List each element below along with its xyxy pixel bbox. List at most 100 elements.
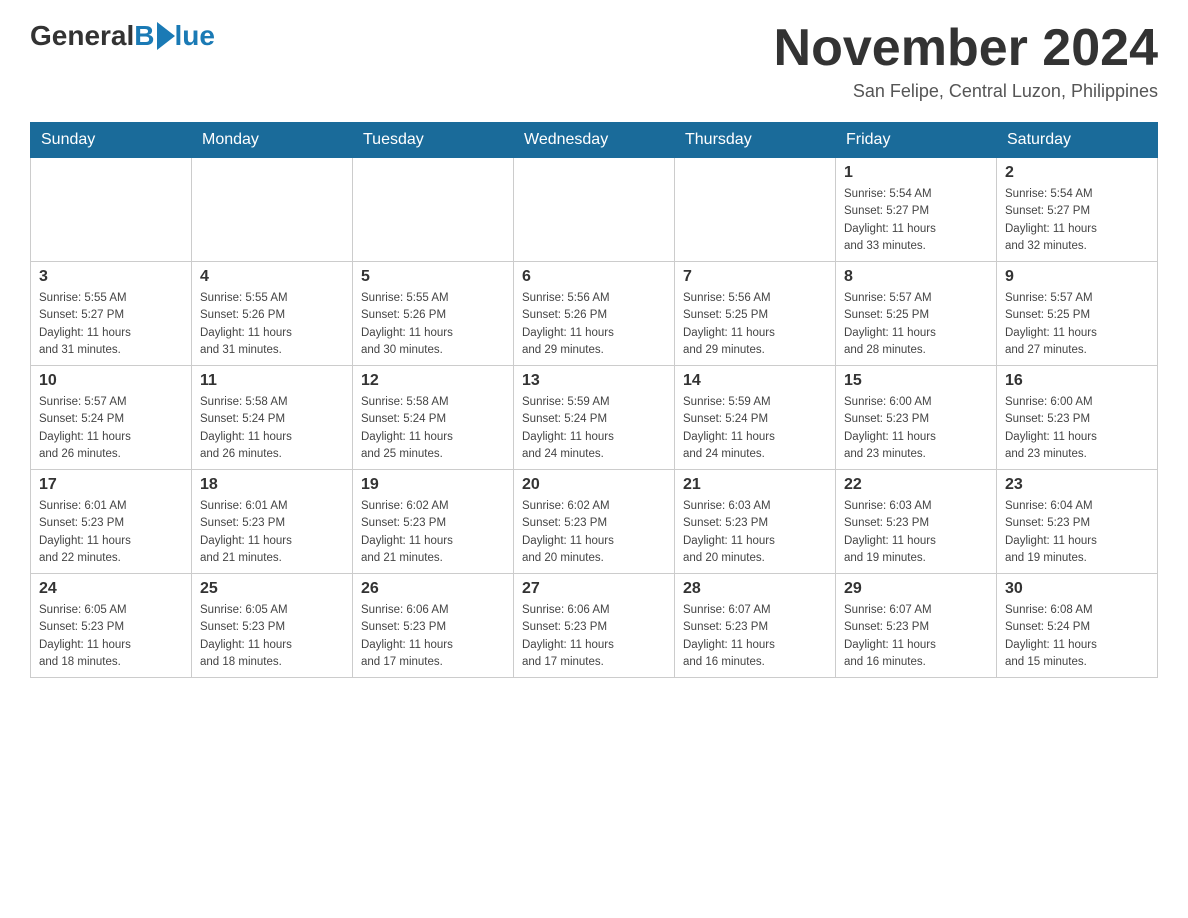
day-number: 13	[522, 372, 666, 390]
day-info: Sunrise: 6:07 AM Sunset: 5:23 PM Dayligh…	[683, 602, 827, 671]
day-info: Sunrise: 6:02 AM Sunset: 5:23 PM Dayligh…	[361, 498, 505, 567]
day-info: Sunrise: 6:06 AM Sunset: 5:23 PM Dayligh…	[361, 602, 505, 671]
day-info: Sunrise: 5:57 AM Sunset: 5:24 PM Dayligh…	[39, 394, 183, 463]
calendar-cell: 24 Sunrise: 6:05 AM Sunset: 5:23 PM Dayli…	[31, 574, 192, 678]
day-number: 19	[361, 476, 505, 494]
day-info: Sunrise: 6:01 AM Sunset: 5:23 PM Dayligh…	[200, 498, 344, 567]
calendar-cell: 19 Sunrise: 6:02 AM Sunset: 5:23 PM Dayli…	[353, 470, 514, 574]
day-info: Sunrise: 5:55 AM Sunset: 5:26 PM Dayligh…	[361, 290, 505, 359]
day-info: Sunrise: 5:56 AM Sunset: 5:25 PM Dayligh…	[683, 290, 827, 359]
calendar-cell: 11 Sunrise: 5:58 AM Sunset: 5:24 PM Dayli…	[192, 366, 353, 470]
day-number: 21	[683, 476, 827, 494]
day-number: 25	[200, 580, 344, 598]
day-info: Sunrise: 6:05 AM Sunset: 5:23 PM Dayligh…	[200, 602, 344, 671]
day-info: Sunrise: 6:03 AM Sunset: 5:23 PM Dayligh…	[844, 498, 988, 567]
day-info: Sunrise: 5:59 AM Sunset: 5:24 PM Dayligh…	[522, 394, 666, 463]
logo-text: General B lue	[30, 20, 215, 52]
day-number: 18	[200, 476, 344, 494]
day-info: Sunrise: 5:58 AM Sunset: 5:24 PM Dayligh…	[361, 394, 505, 463]
calendar-cell: 10 Sunrise: 5:57 AM Sunset: 5:24 PM Dayli…	[31, 366, 192, 470]
calendar-cell: 22 Sunrise: 6:03 AM Sunset: 5:23 PM Dayli…	[836, 470, 997, 574]
day-info: Sunrise: 5:58 AM Sunset: 5:24 PM Dayligh…	[200, 394, 344, 463]
month-year-title: November 2024	[774, 20, 1158, 77]
week-row-5: 24 Sunrise: 6:05 AM Sunset: 5:23 PM Dayli…	[31, 574, 1158, 678]
logo-blue-part: B lue	[134, 20, 215, 52]
day-info: Sunrise: 5:55 AM Sunset: 5:26 PM Dayligh…	[200, 290, 344, 359]
calendar-cell: 13 Sunrise: 5:59 AM Sunset: 5:24 PM Dayli…	[514, 366, 675, 470]
day-number: 28	[683, 580, 827, 598]
calendar-cell: 5 Sunrise: 5:55 AM Sunset: 5:26 PM Daylig…	[353, 262, 514, 366]
day-info: Sunrise: 5:57 AM Sunset: 5:25 PM Dayligh…	[844, 290, 988, 359]
day-number: 20	[522, 476, 666, 494]
day-number: 27	[522, 580, 666, 598]
day-number: 23	[1005, 476, 1149, 494]
day-number: 16	[1005, 372, 1149, 390]
calendar-cell: 12Sunrise: 5:58 AM Sunset: 5:24 PM Dayli…	[353, 366, 514, 470]
calendar-cell: 17 Sunrise: 6:01 AM Sunset: 5:23 PM Dayli…	[31, 470, 192, 574]
col-monday: Monday	[192, 123, 353, 158]
page-header: General B lue November 2024 San Felipe, …	[30, 20, 1158, 102]
calendar-cell	[353, 158, 514, 262]
day-number: 6	[522, 268, 666, 286]
day-number: 11	[200, 372, 344, 390]
day-info: Sunrise: 6:05 AM Sunset: 5:23 PM Dayligh…	[39, 602, 183, 671]
logo-general: General	[30, 20, 134, 52]
week-row-1: 1Sunrise: 5:54 AM Sunset: 5:27 PM Daylig…	[31, 158, 1158, 262]
calendar-cell: 25 Sunrise: 6:05 AM Sunset: 5:23 PM Dayli…	[192, 574, 353, 678]
week-row-4: 17 Sunrise: 6:01 AM Sunset: 5:23 PM Dayli…	[31, 470, 1158, 574]
calendar-cell: 2 Sunrise: 5:54 AM Sunset: 5:27 PM Daylig…	[997, 158, 1158, 262]
calendar-cell: 21 Sunrise: 6:03 AM Sunset: 5:23 PM Dayli…	[675, 470, 836, 574]
calendar-cell	[31, 158, 192, 262]
day-number: 17	[39, 476, 183, 494]
day-info: Sunrise: 6:00 AM Sunset: 5:23 PM Dayligh…	[844, 394, 988, 463]
day-info: Sunrise: 6:06 AM Sunset: 5:23 PM Dayligh…	[522, 602, 666, 671]
calendar-cell: 18 Sunrise: 6:01 AM Sunset: 5:23 PM Dayli…	[192, 470, 353, 574]
day-number: 10	[39, 372, 183, 390]
calendar-cell: 27 Sunrise: 6:06 AM Sunset: 5:23 PM Dayli…	[514, 574, 675, 678]
day-info: Sunrise: 5:59 AM Sunset: 5:24 PM Dayligh…	[683, 394, 827, 463]
day-number: 26	[361, 580, 505, 598]
calendar-header-row: Sunday Monday Tuesday Wednesday Thursday…	[31, 123, 1158, 158]
calendar-cell: 6 Sunrise: 5:56 AM Sunset: 5:26 PM Daylig…	[514, 262, 675, 366]
day-info: Sunrise: 5:56 AM Sunset: 5:26 PM Dayligh…	[522, 290, 666, 359]
day-number: 5	[361, 268, 505, 286]
col-saturday: Saturday	[997, 123, 1158, 158]
calendar-cell: 4 Sunrise: 5:55 AM Sunset: 5:26 PM Daylig…	[192, 262, 353, 366]
calendar-cell: 3Sunrise: 5:55 AM Sunset: 5:27 PM Daylig…	[31, 262, 192, 366]
calendar-cell: 30 Sunrise: 6:08 AM Sunset: 5:24 PM Dayli…	[997, 574, 1158, 678]
day-number: 15	[844, 372, 988, 390]
day-number: 4	[200, 268, 344, 286]
day-info: Sunrise: 6:08 AM Sunset: 5:24 PM Dayligh…	[1005, 602, 1149, 671]
calendar-cell: 28 Sunrise: 6:07 AM Sunset: 5:23 PM Dayli…	[675, 574, 836, 678]
day-info: Sunrise: 6:00 AM Sunset: 5:23 PM Dayligh…	[1005, 394, 1149, 463]
col-thursday: Thursday	[675, 123, 836, 158]
day-number: 30	[1005, 580, 1149, 598]
calendar-cell: 14Sunrise: 5:59 AM Sunset: 5:24 PM Dayli…	[675, 366, 836, 470]
col-wednesday: Wednesday	[514, 123, 675, 158]
day-number: 29	[844, 580, 988, 598]
week-row-3: 10 Sunrise: 5:57 AM Sunset: 5:24 PM Dayli…	[31, 366, 1158, 470]
day-info: Sunrise: 5:57 AM Sunset: 5:25 PM Dayligh…	[1005, 290, 1149, 359]
day-number: 3	[39, 268, 183, 286]
day-info: Sunrise: 5:54 AM Sunset: 5:27 PM Dayligh…	[1005, 186, 1149, 255]
day-number: 2	[1005, 164, 1149, 182]
title-block: November 2024 San Felipe, Central Luzon,…	[774, 20, 1158, 102]
logo-blue: lue	[175, 20, 215, 52]
calendar-cell: 7 Sunrise: 5:56 AM Sunset: 5:25 PM Daylig…	[675, 262, 836, 366]
day-number: 7	[683, 268, 827, 286]
col-friday: Friday	[836, 123, 997, 158]
calendar-cell	[675, 158, 836, 262]
calendar-cell: 16 Sunrise: 6:00 AM Sunset: 5:23 PM Dayli…	[997, 366, 1158, 470]
calendar-cell: 26 Sunrise: 6:06 AM Sunset: 5:23 PM Dayli…	[353, 574, 514, 678]
logo-b: B	[134, 20, 154, 52]
day-number: 22	[844, 476, 988, 494]
location-subtitle: San Felipe, Central Luzon, Philippines	[774, 81, 1158, 102]
day-info: Sunrise: 6:01 AM Sunset: 5:23 PM Dayligh…	[39, 498, 183, 567]
day-info: Sunrise: 6:03 AM Sunset: 5:23 PM Dayligh…	[683, 498, 827, 567]
day-number: 9	[1005, 268, 1149, 286]
day-number: 24	[39, 580, 183, 598]
col-sunday: Sunday	[31, 123, 192, 158]
calendar-cell	[514, 158, 675, 262]
logo: General B lue	[30, 20, 215, 52]
day-number: 8	[844, 268, 988, 286]
